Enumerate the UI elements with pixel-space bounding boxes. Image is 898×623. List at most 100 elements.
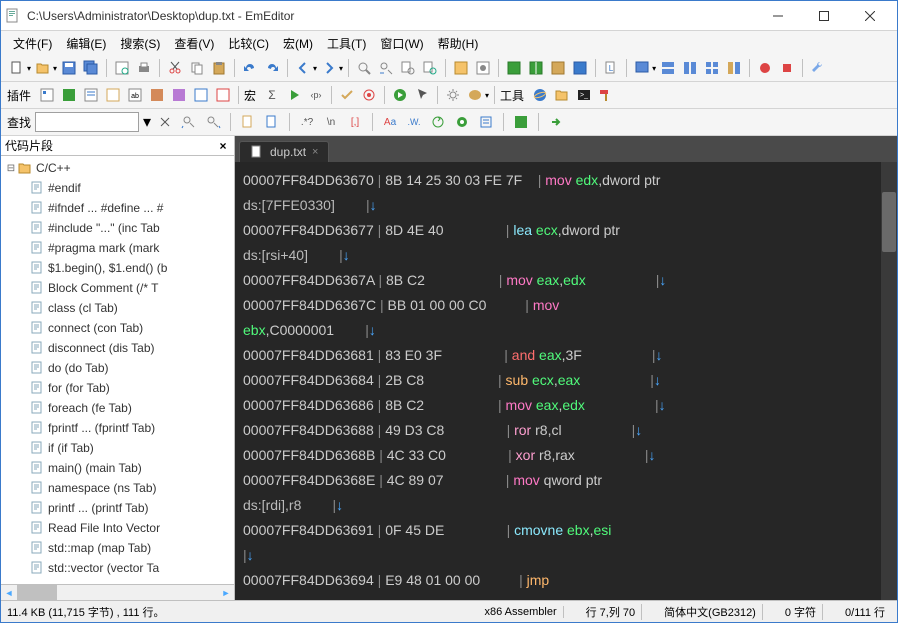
menu-file[interactable]: 文件(F): [7, 32, 58, 55]
menu-window[interactable]: 窗口(W): [374, 32, 429, 55]
code-line[interactable]: 00007FF84DD63681 | 83 E0 3F | and eax,3F…: [243, 343, 889, 368]
palette-icon[interactable]: [465, 85, 485, 105]
close-button[interactable]: [847, 1, 893, 30]
stop-icon[interactable]: [777, 58, 797, 78]
split-v-icon[interactable]: [680, 58, 700, 78]
menu-edit[interactable]: 编辑(E): [60, 32, 112, 55]
window-icon[interactable]: [632, 58, 652, 78]
menu-tools[interactable]: 工具(T): [321, 32, 372, 55]
explorer-icon[interactable]: [552, 85, 572, 105]
find-input[interactable]: [35, 112, 139, 132]
word-icon[interactable]: .W.: [404, 112, 424, 132]
case-icon[interactable]: Aa: [380, 112, 400, 132]
menu-macro[interactable]: 宏(M): [277, 32, 319, 55]
escape-icon[interactable]: \n: [321, 112, 341, 132]
redo-icon[interactable]: [262, 58, 282, 78]
save-icon[interactable]: [59, 58, 79, 78]
plugin7-icon[interactable]: [169, 85, 189, 105]
plugin6-icon[interactable]: [147, 85, 167, 105]
code-line[interactable]: 00007FF84DD63686 | 8B C2 | mov eax,edx |…: [243, 393, 889, 418]
plugin4-icon[interactable]: [103, 85, 123, 105]
open-icon[interactable]: [33, 58, 53, 78]
tree-item[interactable]: class (cl Tab): [1, 298, 234, 318]
sidebar-close-icon[interactable]: ×: [216, 139, 230, 153]
wrench-icon[interactable]: [808, 58, 828, 78]
tree-item[interactable]: for (for Tab): [1, 378, 234, 398]
record-icon[interactable]: [755, 58, 775, 78]
replace-icon[interactable]: [376, 58, 396, 78]
tree-item[interactable]: printf ... (printf Tab): [1, 498, 234, 518]
tree-item[interactable]: #include "..." (inc Tab: [1, 218, 234, 238]
tree-item[interactable]: if (if Tab): [1, 438, 234, 458]
code-line[interactable]: ds:[rsi+40] |↓: [243, 243, 889, 268]
minimize-button[interactable]: [755, 1, 801, 30]
find-file-icon[interactable]: [238, 112, 258, 132]
find-prev-icon[interactable]: [179, 112, 199, 132]
brackets-icon[interactable]: [,]: [345, 112, 365, 132]
play-macro-icon[interactable]: [284, 85, 304, 105]
menu-view[interactable]: 查看(V): [168, 32, 220, 55]
find-icon[interactable]: [354, 58, 374, 78]
close-find-icon[interactable]: [155, 112, 175, 132]
menu-search[interactable]: 搜索(S): [114, 32, 166, 55]
menu-compare[interactable]: 比较(C): [222, 32, 275, 55]
split-grid-icon[interactable]: [702, 58, 722, 78]
forward-icon[interactable]: [319, 58, 339, 78]
tree-item[interactable]: connect (con Tab): [1, 318, 234, 338]
save-all-icon[interactable]: [81, 58, 101, 78]
code-line[interactable]: 00007FF84DD63694 | E9 48 01 00 00 | jmp: [243, 568, 889, 593]
status-lang[interactable]: x86 Assembler: [478, 606, 563, 618]
compare-icon[interactable]: [724, 58, 744, 78]
tree-item[interactable]: std::map (map Tab): [1, 538, 234, 558]
code-line[interactable]: 00007FF84DD6367C | BB 01 00 00 C0 | mov: [243, 293, 889, 318]
code-line[interactable]: ebx,C0000001 |↓: [243, 318, 889, 343]
large-file-icon[interactable]: L: [601, 58, 621, 78]
tree-item[interactable]: #ifndef ... #define ... #: [1, 198, 234, 218]
check-icon[interactable]: [337, 85, 357, 105]
bookmark-all-icon[interactable]: [452, 112, 472, 132]
tree-root[interactable]: ⊟ C/C++: [1, 158, 234, 178]
gear-icon[interactable]: [443, 85, 463, 105]
code-line[interactable]: 00007FF84DD63670 | 8B 14 25 30 03 FE 7F …: [243, 168, 889, 193]
tsv-icon[interactable]: [526, 58, 546, 78]
marker-icon[interactable]: [451, 58, 471, 78]
sum-icon[interactable]: Σ: [262, 85, 282, 105]
code-line[interactable]: 00007FF84DD6368B | 4C 33 C0 | xor r8,rax…: [243, 443, 889, 468]
menu-help[interactable]: 帮助(H): [432, 32, 485, 55]
config-icon[interactable]: [473, 58, 493, 78]
cmd-icon[interactable]: >_: [574, 85, 594, 105]
tree-item[interactable]: namespace (ns Tab): [1, 478, 234, 498]
right-arrow-icon[interactable]: [546, 112, 566, 132]
code-line[interactable]: 00007FF84DD63688 | 49 D3 C8 | ror r8,cl …: [243, 418, 889, 443]
find-next-icon[interactable]: [203, 112, 223, 132]
find-in-files-icon[interactable]: [398, 58, 418, 78]
dsv-icon[interactable]: [548, 58, 568, 78]
plugin8-icon[interactable]: [191, 85, 211, 105]
collapse-icon[interactable]: ⊟: [5, 163, 17, 174]
target-icon[interactable]: [359, 85, 379, 105]
code-line[interactable]: ds:[rdi],r8 |↓: [243, 493, 889, 518]
tree-item[interactable]: #pragma mark (mark: [1, 238, 234, 258]
code-line[interactable]: |↓: [243, 543, 889, 568]
undo-icon[interactable]: [240, 58, 260, 78]
print-icon[interactable]: [134, 58, 154, 78]
normal-icon[interactable]: [570, 58, 590, 78]
tree-item[interactable]: foreach (fe Tab): [1, 398, 234, 418]
tree-item[interactable]: do (do Tab): [1, 358, 234, 378]
plugin1-icon[interactable]: [37, 85, 57, 105]
maximize-button[interactable]: [801, 1, 847, 30]
plugin5-icon[interactable]: ab: [125, 85, 145, 105]
select-all-icon[interactable]: [476, 112, 496, 132]
back-icon[interactable]: [293, 58, 313, 78]
wrap-icon[interactable]: [428, 112, 448, 132]
regex-icon[interactable]: .*?: [297, 112, 317, 132]
paste-icon[interactable]: [209, 58, 229, 78]
editor-vscroll[interactable]: [881, 162, 897, 600]
code-line[interactable]: 00007FF84DD63684 | 2B C8 | sub ecx,eax |…: [243, 368, 889, 393]
go-icon[interactable]: [390, 85, 410, 105]
tree-item[interactable]: fprintf ... (fprintf Tab): [1, 418, 234, 438]
tree-item[interactable]: disconnect (dis Tab): [1, 338, 234, 358]
hammer-icon[interactable]: [596, 85, 616, 105]
sidebar-hscroll[interactable]: ◄►: [1, 584, 234, 600]
replace-in-files-icon[interactable]: [420, 58, 440, 78]
